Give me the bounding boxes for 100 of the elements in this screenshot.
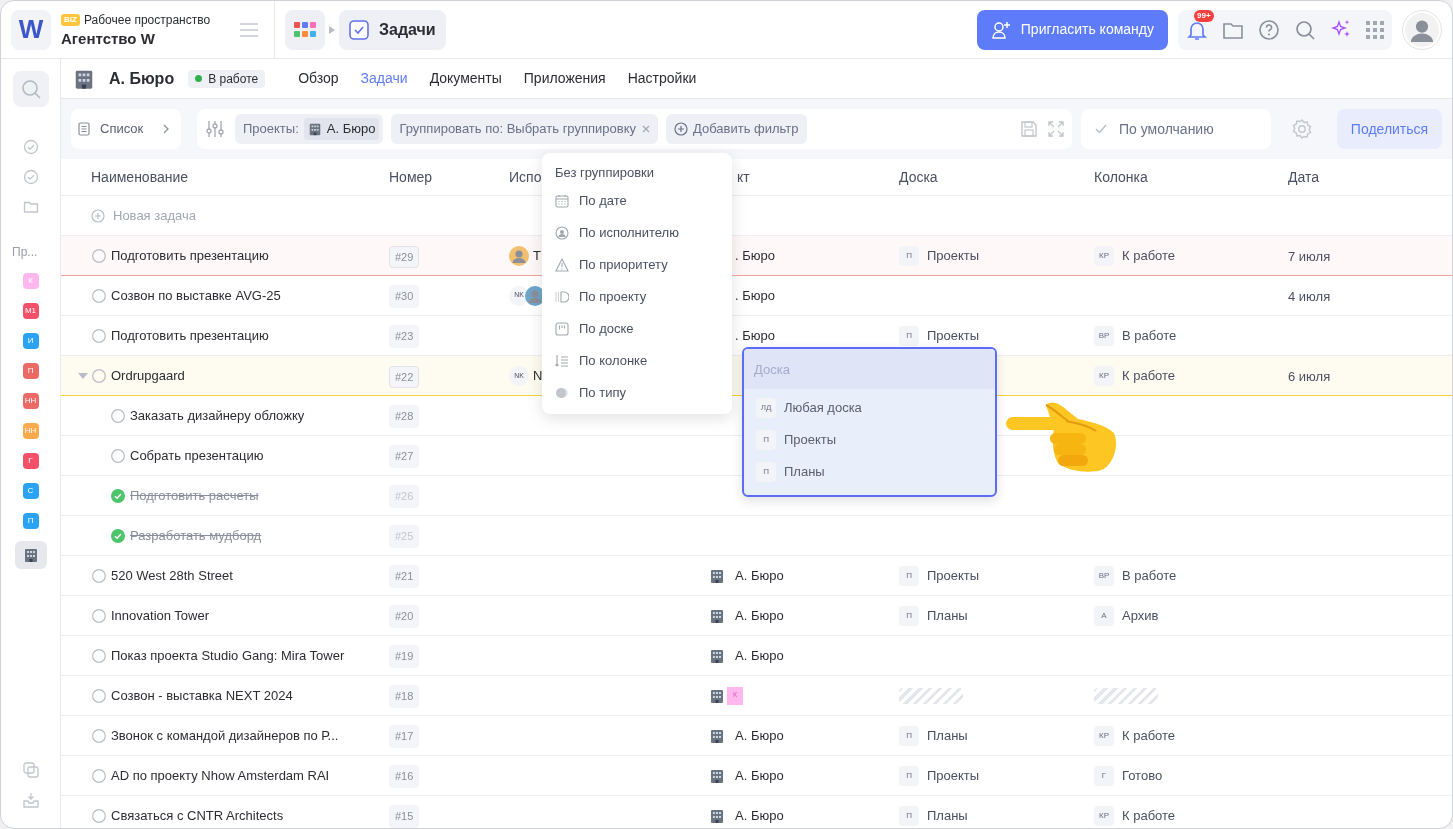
status-circle-icon[interactable] xyxy=(92,808,106,823)
check-circle-icon[interactable] xyxy=(22,169,39,185)
status-circle-icon[interactable] xyxy=(111,448,125,463)
abbreviation-tag: П xyxy=(899,605,919,626)
task-title[interactable]: Показ проекта Studio Gang: Mira Tower xyxy=(111,645,345,666)
column-header[interactable]: Наименование xyxy=(91,168,189,185)
task-title[interactable]: Звонок с командой дизайнеров по Р... xyxy=(111,725,339,746)
menu-icon[interactable] xyxy=(240,22,258,37)
status-chip[interactable]: В работе xyxy=(188,69,266,88)
column-header[interactable]: Доска xyxy=(899,168,938,185)
nav-tab[interactable]: Документы xyxy=(429,68,502,89)
menu-item[interactable]: По проекту xyxy=(579,287,647,307)
task-number: #21 xyxy=(389,565,420,588)
task-number: #18 xyxy=(389,685,420,708)
cell-text: В работе xyxy=(1122,566,1177,585)
menu-item[interactable]: По дате xyxy=(579,191,627,211)
folder-icon[interactable] xyxy=(22,199,39,215)
task-title[interactable]: 520 West 28th Street xyxy=(111,565,233,586)
board-search-field[interactable]: Доска xyxy=(744,349,995,389)
status-circle-icon[interactable] xyxy=(92,728,106,743)
inbox-icon[interactable] xyxy=(22,792,39,808)
plan-badge: BIZ xyxy=(61,13,80,26)
abbreviation-tag: КР xyxy=(1094,246,1114,266)
expand-icon[interactable] xyxy=(1048,121,1064,137)
menu-item[interactable]: Без группировки xyxy=(555,163,655,183)
nav-tab[interactable]: Настройки xyxy=(627,68,697,89)
status-circle-icon[interactable] xyxy=(111,408,125,423)
section-label: Пр... xyxy=(12,244,38,261)
view-dropdown[interactable]: Список xyxy=(71,109,181,149)
menu-item[interactable]: Проекты xyxy=(784,430,837,450)
task-title[interactable]: Подготовить презентацию xyxy=(111,325,269,346)
status-circle-icon[interactable] xyxy=(92,568,106,583)
task-number: #15 xyxy=(389,805,420,828)
menu-item[interactable]: Планы xyxy=(784,462,825,482)
status-circle-icon[interactable] xyxy=(92,608,106,623)
workspace-logo[interactable]: W xyxy=(11,9,51,50)
preset-select[interactable]: По умолчанию xyxy=(1081,109,1271,149)
task-title[interactable]: Заказать дизайнеру обложку xyxy=(130,405,305,426)
add-filter-button[interactable]: Добавить фильтр xyxy=(666,114,807,144)
status-circle-icon[interactable] xyxy=(92,328,106,343)
status-circle-icon[interactable] xyxy=(92,369,106,383)
cell-text: А. Бюро xyxy=(735,806,784,825)
menu-item[interactable]: По доске xyxy=(579,319,634,339)
sliders-icon[interactable] xyxy=(205,119,225,139)
abbreviation-tag: П xyxy=(756,462,776,482)
task-title[interactable]: Ordrupgaard xyxy=(111,366,185,386)
grid-icon[interactable] xyxy=(1366,20,1384,39)
layers-icon[interactable] xyxy=(22,762,39,778)
status-circle-icon[interactable] xyxy=(92,288,106,303)
nav-tab[interactable]: Обзор xyxy=(298,68,339,89)
cell-text: К работе xyxy=(1122,806,1176,825)
column-header[interactable]: Испо xyxy=(509,168,542,185)
status-circle-icon[interactable] xyxy=(92,249,106,263)
building-icon xyxy=(709,767,725,784)
invite-button[interactable]: Пригласить команду xyxy=(976,9,1168,50)
cell-text: Готово xyxy=(1122,766,1163,785)
task-title[interactable]: Созвон - выставка NEXT 2024 xyxy=(111,685,293,706)
save-icon[interactable] xyxy=(1020,120,1038,138)
cell-text: Планы xyxy=(927,606,968,625)
date-text: 4 июля xyxy=(1288,288,1331,304)
task-title[interactable]: Связаться с CNTR Architects xyxy=(111,805,284,826)
task-title[interactable]: Созвон по выставке AVG-25 xyxy=(111,285,281,306)
task-title[interactable]: Innovation Tower xyxy=(111,605,210,626)
task-title[interactable]: Подготовить презентацию xyxy=(111,246,269,266)
expand-caret-icon[interactable] xyxy=(78,373,88,379)
menu-item[interactable]: По приоритету xyxy=(579,255,668,275)
menu-item[interactable]: По типу xyxy=(579,383,626,403)
column-header[interactable]: Номер xyxy=(389,168,433,185)
task-number: #22 xyxy=(389,365,420,389)
status-circle-icon[interactable] xyxy=(92,648,106,663)
grouping-chip[interactable]: Группировать по: Выбрать группировку xyxy=(391,114,658,144)
building-icon xyxy=(709,687,725,704)
search-button[interactable] xyxy=(12,71,49,107)
project-item[interactable] xyxy=(14,541,47,569)
cell-text: А. Бюро xyxy=(735,766,784,785)
column-header[interactable]: кт xyxy=(737,168,750,185)
menu-item[interactable]: Любая доска xyxy=(784,398,862,418)
status-circle-icon[interactable] xyxy=(92,688,106,703)
column-header[interactable]: Колонка xyxy=(1094,168,1148,185)
status-circle-icon[interactable] xyxy=(92,768,106,783)
apps-button[interactable] xyxy=(285,9,325,50)
filter-chip[interactable]: Проекты: А. Бюро xyxy=(235,114,384,144)
help-icon[interactable] xyxy=(1258,18,1280,41)
search-icon[interactable] xyxy=(1294,18,1316,41)
check-circle-icon[interactable] xyxy=(22,139,39,155)
plus-circle-icon xyxy=(674,122,688,136)
close-icon[interactable] xyxy=(642,125,650,133)
column-header[interactable]: Дата xyxy=(1288,168,1319,185)
breadcrumb-tab[interactable]: Задачи xyxy=(339,9,446,50)
abbreviation-tag: ВР xyxy=(1094,565,1114,586)
menu-item[interactable]: По исполнителю xyxy=(579,223,679,243)
menu-item[interactable]: По колонке xyxy=(579,351,648,371)
user-avatar-icon[interactable] xyxy=(1405,12,1439,47)
task-number: #20 xyxy=(389,605,420,628)
notification-badge: 99+ xyxy=(1194,9,1214,22)
task-title[interactable]: AD по проекту Nhow Amsterdam RAI xyxy=(111,765,330,786)
settings-icon[interactable] xyxy=(1291,118,1313,140)
task-title[interactable]: Собрать презентацию xyxy=(130,445,264,466)
nav-tab[interactable]: Задачи xyxy=(360,68,408,89)
nav-tab[interactable]: Приложения xyxy=(523,68,606,89)
